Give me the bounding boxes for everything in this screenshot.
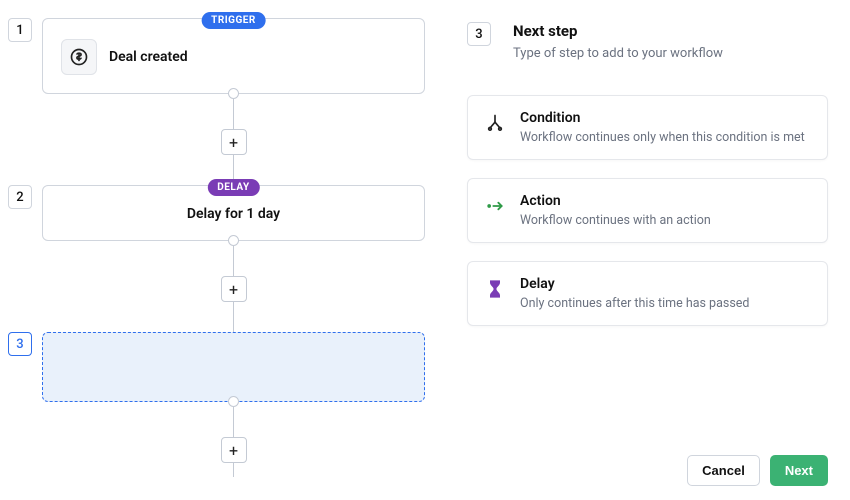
delay-icon (484, 278, 506, 300)
option-condition[interactable]: Condition Workflow continues only when t… (467, 95, 828, 160)
step-number-badge: 2 (8, 185, 32, 209)
option-delay[interactable]: Delay Only continues after this time has… (467, 261, 828, 326)
panel-step-number: 3 (467, 22, 491, 46)
connector-circle-icon (228, 88, 239, 99)
step-card-placeholder[interactable] (42, 332, 425, 402)
step-badge-wrap: DELAY (207, 175, 259, 196)
cancel-button[interactable]: Cancel (687, 455, 760, 486)
step-config-panel: 3 Next step Type of step to add to your … (445, 0, 850, 500)
condition-icon (484, 112, 506, 134)
panel-header: 3 Next step Type of step to add to your … (467, 22, 828, 61)
step-title: Deal created (109, 49, 188, 65)
step-card-trigger[interactable]: TRIGGER Deal created (42, 18, 425, 94)
panel-title: Next step (513, 22, 723, 40)
add-step-button[interactable]: + (221, 129, 247, 155)
option-title: Condition (520, 110, 805, 126)
option-desc: Only continues after this time has passe… (520, 296, 749, 311)
workflow-step-2[interactable]: 2 DELAY Delay for 1 day (8, 185, 425, 241)
step-number-badge: 3 (8, 332, 32, 356)
option-desc: Workflow continues only when this condit… (520, 130, 805, 145)
action-icon (484, 195, 506, 217)
panel-footer: Cancel Next (467, 441, 828, 500)
connector-circle-icon (228, 396, 239, 407)
step-type-options: Condition Workflow continues only when t… (467, 95, 828, 441)
panel-subtitle: Type of step to add to your workflow (513, 46, 723, 61)
step-number-badge: 1 (8, 18, 32, 42)
connector-3: + (42, 402, 425, 477)
connector-circle-icon (228, 235, 239, 246)
option-desc: Workflow continues with an action (520, 213, 711, 228)
workflow-canvas: 1 TRIGGER Deal created + 2 (0, 0, 445, 500)
add-step-button[interactable]: + (221, 276, 247, 302)
option-title: Action (520, 193, 711, 209)
add-step-button[interactable]: + (221, 437, 247, 463)
workflow-step-1[interactable]: 1 TRIGGER Deal created (8, 18, 425, 94)
step-badge-wrap: TRIGGER (201, 8, 266, 29)
delay-badge: DELAY (207, 179, 259, 196)
step-card-delay[interactable]: DELAY Delay for 1 day (42, 185, 425, 241)
step-title: Delay for 1 day (187, 206, 280, 222)
option-title: Delay (520, 276, 749, 292)
option-action[interactable]: Action Workflow continues with an action (467, 178, 828, 243)
trigger-badge: TRIGGER (201, 12, 266, 29)
workflow-step-3[interactable]: 3 (8, 332, 425, 402)
connector-1: + (42, 94, 425, 185)
next-button[interactable]: Next (770, 455, 828, 486)
dollar-icon (61, 39, 97, 75)
connector-2: + (42, 241, 425, 332)
